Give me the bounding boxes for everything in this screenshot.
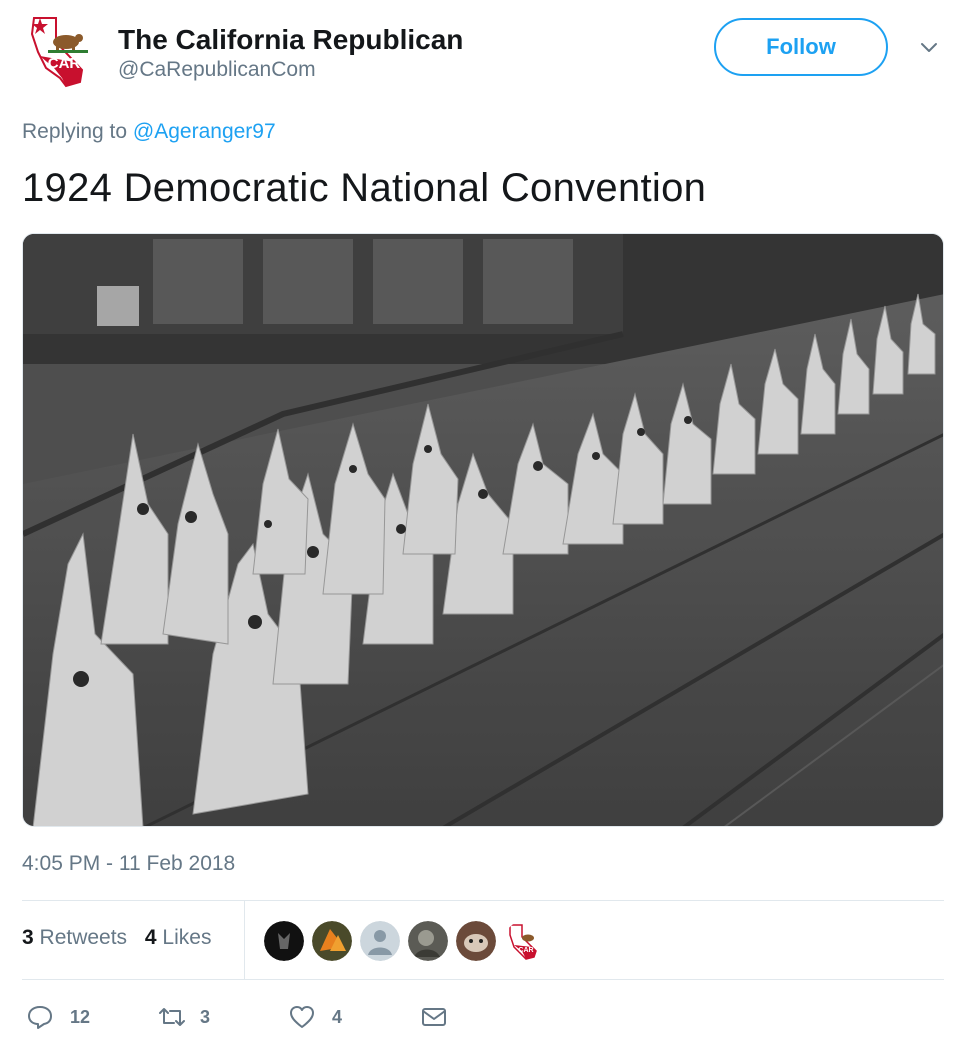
tweet-header: CAR The California Republican @CaRepubli… — [22, 10, 952, 90]
liker-avatar-car[interactable]: CAR — [504, 921, 544, 961]
default-user-icon — [360, 921, 400, 961]
likes-label: Likes — [156, 926, 212, 949]
tweet-photo[interactable] — [22, 233, 944, 827]
reply-icon — [28, 1006, 52, 1029]
stats-separator — [244, 901, 245, 979]
divider-top — [22, 900, 944, 901]
reply-count: 12 — [70, 1006, 91, 1027]
follow-button[interactable]: Follow — [714, 18, 888, 76]
tweet-actions: 12 3 4 — [22, 1000, 522, 1034]
parade-photo-image — [23, 234, 943, 826]
likes-stat-link[interactable]: 4 Likes — [145, 926, 212, 949]
direct-message-action[interactable] — [420, 1000, 448, 1034]
account-avatar[interactable]: CAR — [26, 12, 98, 88]
svg-text:CAR: CAR — [518, 947, 533, 954]
envelope-icon — [422, 1008, 446, 1026]
likes-count: 4 — [144, 926, 157, 949]
svg-text:CAR: CAR — [48, 55, 81, 72]
retweet-action[interactable]: 3 — [156, 1000, 210, 1034]
reply-mention-link[interactable]: @Ageranger97 — [133, 120, 276, 143]
retweets-label: Retweets — [33, 926, 128, 949]
heart-icon — [290, 1006, 314, 1028]
divider-bottom — [22, 979, 944, 980]
reply-context: Replying to @Ageranger97 — [22, 120, 276, 144]
tweet-text: 1924 Democratic National Convention — [22, 166, 707, 210]
reply-prefix: Replying to — [22, 120, 133, 143]
retweet-icon — [159, 1008, 185, 1026]
california-flag-logo-icon: CAR — [30, 17, 88, 88]
liker-avatar-default[interactable] — [360, 921, 400, 961]
liker-avatar[interactable] — [312, 921, 352, 961]
like-count: 4 — [332, 1006, 343, 1027]
chevron-down-icon[interactable] — [918, 36, 940, 58]
retweets-count: 3 — [22, 926, 34, 949]
like-action[interactable]: 4 — [288, 1000, 342, 1034]
account-name[interactable]: The California Republican — [118, 24, 463, 56]
engagement-stats: 3 Retweets 4 Likes — [22, 926, 223, 950]
account-handle[interactable]: @CaRepublicanCom — [118, 58, 316, 82]
retweet-count: 3 — [200, 1006, 211, 1027]
liker-avatar[interactable] — [264, 921, 304, 961]
tweet-timestamp[interactable]: 4:05 PM - 11 Feb 2018 — [22, 852, 235, 876]
retweets-stat-link[interactable]: 3 Retweets — [22, 926, 127, 949]
liker-avatar[interactable] — [456, 921, 496, 961]
liker-avatar[interactable] — [408, 921, 448, 961]
reply-action[interactable]: 12 — [26, 1000, 90, 1034]
